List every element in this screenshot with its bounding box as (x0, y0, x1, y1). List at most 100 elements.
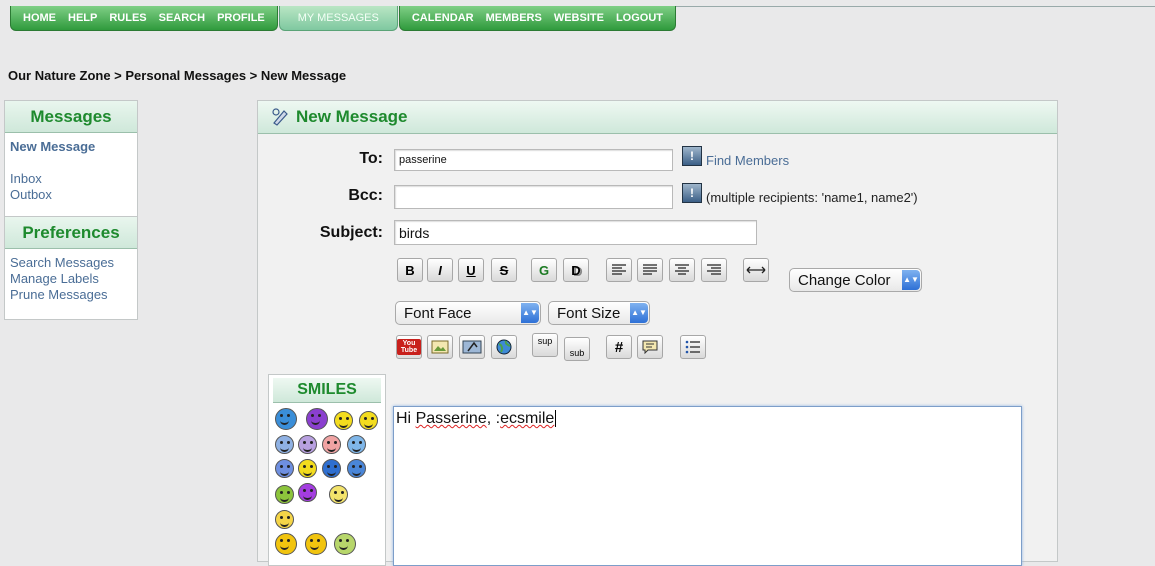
nav-group-right: CALENDAR MEMBERS WEBSITE LOGOUT (398, 6, 677, 31)
nav-profile[interactable]: PROFILE (211, 12, 271, 24)
smiley-icon[interactable] (298, 435, 317, 454)
sidebar-item-prune-messages[interactable]: Prune Messages (5, 287, 137, 303)
align-justify-left-icon (643, 264, 657, 275)
sidebar-preferences-title: Preferences (5, 216, 137, 249)
font-face-label: Font Face (404, 304, 472, 322)
smiles-title: SMILES (273, 378, 381, 403)
sidebar: Messages New Message Inbox Outbox Prefer… (4, 100, 138, 320)
nav-website[interactable]: WEBSITE (548, 12, 610, 24)
align-right-button[interactable] (701, 258, 727, 282)
editor-text-greeting: Hi (396, 410, 416, 427)
image-icon (431, 340, 449, 354)
select-arrows-icon: ▲▼ (902, 270, 920, 290)
nav-members[interactable]: MEMBERS (480, 12, 548, 24)
change-color-label: Change Color (798, 271, 891, 289)
nav-search[interactable]: SEARCH (153, 12, 211, 24)
smiley-icon[interactable] (275, 485, 294, 504)
select-arrows-icon: ▲▼ (521, 303, 539, 323)
find-members-link[interactable]: Find Members (706, 153, 789, 168)
subject-input[interactable] (394, 220, 757, 245)
to-label: To: (359, 150, 383, 167)
youtube-button[interactable]: You Tube (396, 335, 422, 359)
insert-link-button[interactable] (491, 335, 517, 359)
sidebar-item-outbox[interactable]: Outbox (5, 187, 137, 203)
quote-icon (642, 340, 658, 354)
font-size-select[interactable]: Font Size ▲▼ (548, 301, 650, 325)
align-center-button[interactable] (669, 258, 695, 282)
subject-label: Subject: (319, 224, 383, 241)
smiley-icon[interactable] (306, 408, 328, 430)
nav-calendar[interactable]: CALENDAR (406, 12, 480, 24)
align-left-icon (612, 264, 626, 275)
nav-logout[interactable]: LOGOUT (610, 12, 669, 24)
find-members-icon[interactable]: ! (682, 146, 702, 166)
smiley-icon[interactable] (298, 483, 317, 502)
globe-link-icon (496, 339, 512, 355)
smiley-icon[interactable] (275, 435, 294, 454)
justify-left-button[interactable] (637, 258, 663, 282)
smiley-icon[interactable] (275, 459, 294, 478)
code-button[interactable]: # (606, 335, 632, 359)
italic-button[interactable]: I (427, 258, 453, 282)
bcc-label: Bcc: (348, 187, 383, 204)
youtube-icon: You Tube (397, 339, 421, 355)
nav-group-left: HOME HELP RULES SEARCH PROFILE (10, 6, 278, 31)
editor-text-name: Passerine (415, 410, 487, 427)
bcc-input[interactable] (394, 185, 673, 209)
align-right-icon (707, 264, 721, 275)
message-editor[interactable]: Hi Passerine, :ecsmile (393, 406, 1022, 566)
sidebar-item-new-message[interactable]: New Message (5, 139, 137, 155)
quote-button[interactable] (637, 335, 663, 359)
subscript-button[interactable]: sub (564, 337, 590, 361)
align-left-button[interactable] (606, 258, 632, 282)
smiley-icon[interactable] (347, 435, 366, 454)
sidebar-item-inbox[interactable]: Inbox (5, 171, 137, 187)
flash-icon (462, 340, 482, 354)
nav-my-messages[interactable]: MY MESSAGES (292, 12, 385, 24)
sidebar-messages-title: Messages (5, 101, 137, 133)
editor-text-smiley-code: ecsmile (500, 410, 555, 427)
superscript-button[interactable]: sup (532, 333, 558, 357)
breadcrumb: Our Nature Zone > Personal Messages > Ne… (8, 68, 347, 83)
align-center-icon (675, 264, 689, 275)
bold-button[interactable]: B (397, 258, 423, 282)
nav-help[interactable]: HELP (62, 12, 103, 24)
list-button[interactable] (680, 335, 706, 359)
sidebar-item-search-messages[interactable]: Search Messages (5, 255, 137, 271)
smiley-icon[interactable] (347, 459, 366, 478)
smiley-icon[interactable] (322, 459, 341, 478)
smiley-icon[interactable] (275, 408, 297, 430)
insert-image-button[interactable] (427, 335, 453, 359)
strike-button[interactable]: S (491, 258, 517, 282)
horizontal-rule-button[interactable] (743, 258, 769, 282)
smiley-icon[interactable] (359, 411, 378, 430)
list-icon (685, 340, 700, 354)
nav-rules[interactable]: RULES (103, 12, 152, 24)
sidebar-item-manage-labels[interactable]: Manage Labels (5, 271, 137, 287)
bcc-note: (multiple recipients: 'name1, name2') (706, 190, 918, 205)
smiley-icon[interactable] (322, 435, 341, 454)
text-cursor (555, 410, 557, 427)
editor-text-punct: , : (486, 410, 501, 427)
panel-title: New Message (296, 107, 408, 126)
change-color-select[interactable]: Change Color ▲▼ (789, 268, 922, 292)
compose-icon (272, 108, 288, 126)
bcc-help-icon[interactable]: ! (682, 183, 702, 203)
insert-flash-button[interactable] (459, 335, 485, 359)
smiley-icon[interactable] (329, 485, 348, 504)
smiley-icon[interactable] (275, 510, 294, 529)
shadow-button[interactable]: D (563, 258, 589, 282)
nav-home[interactable]: HOME (17, 12, 62, 24)
top-divider (620, 6, 1155, 7)
horizontal-rule-icon (746, 266, 766, 274)
smiley-icon[interactable] (334, 411, 353, 430)
nav-my-messages-tab[interactable]: MY MESSAGES (278, 6, 398, 31)
panel-header: New Message (258, 101, 1057, 134)
smiley-icon[interactable] (298, 459, 317, 478)
main-nav: HOME HELP RULES SEARCH PROFILE MY MESSAG… (10, 6, 677, 32)
underline-button[interactable]: U (458, 258, 484, 282)
select-arrows-icon: ▲▼ (630, 303, 648, 323)
to-input[interactable] (394, 149, 673, 171)
font-face-select[interactable]: Font Face ▲▼ (395, 301, 541, 325)
glow-button[interactable]: G (531, 258, 557, 282)
